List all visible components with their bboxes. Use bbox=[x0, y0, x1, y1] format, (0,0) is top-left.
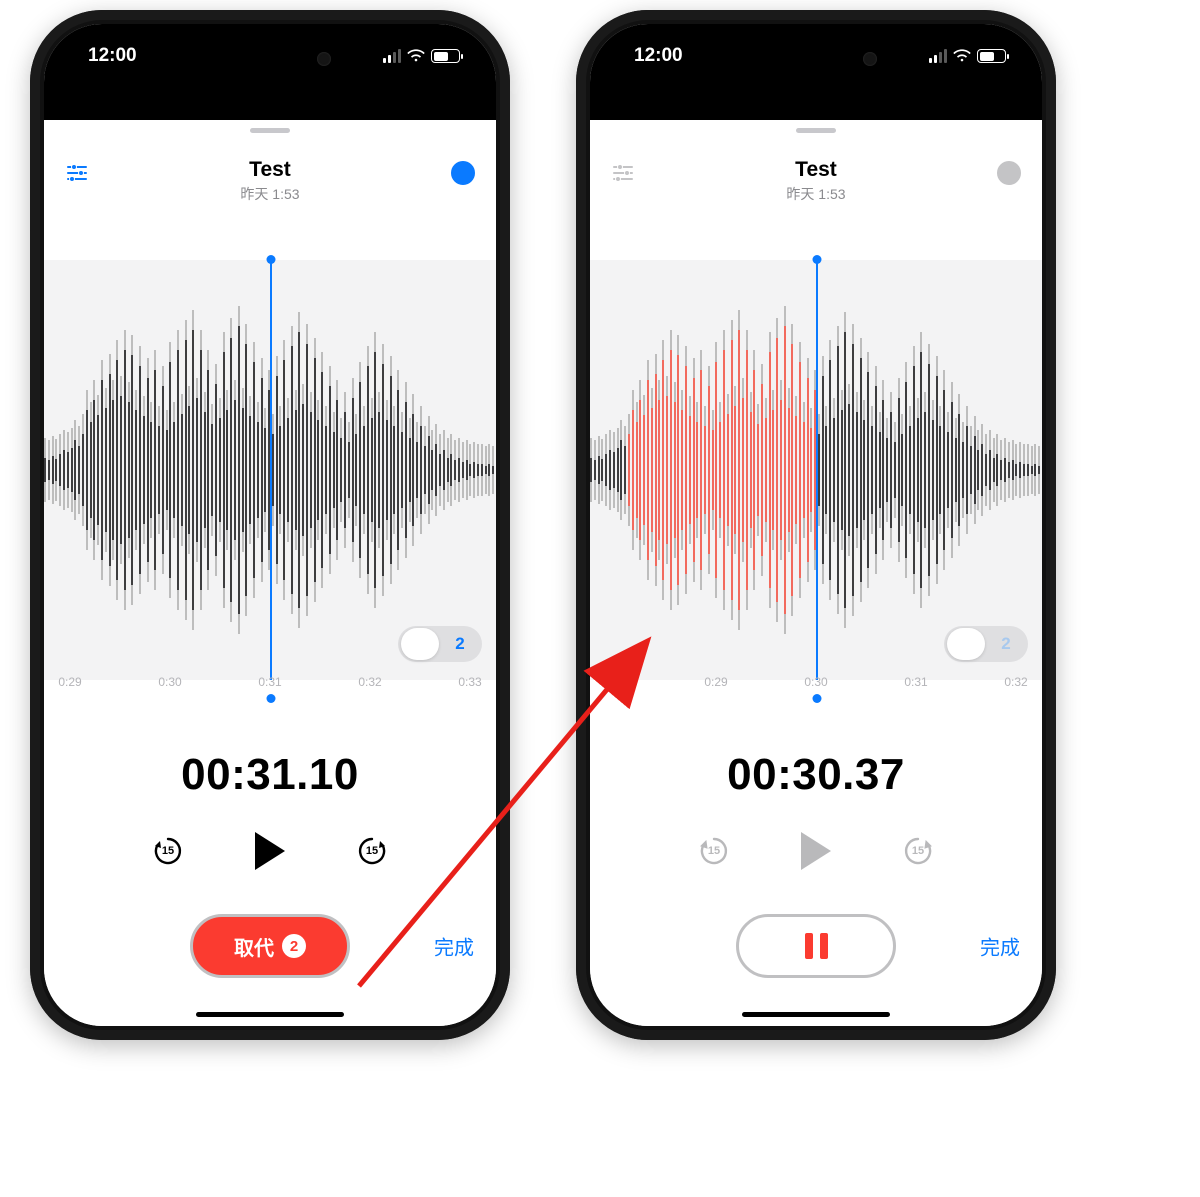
home-indicator[interactable] bbox=[742, 1012, 890, 1017]
sheet-grabber[interactable] bbox=[796, 128, 836, 133]
editor-header: Test 昨天 1:53 bbox=[44, 158, 496, 204]
layer-opt-2[interactable]: 2 bbox=[440, 628, 480, 660]
current-time: 00:30.37 bbox=[590, 750, 1042, 800]
skip-back-label: 15 bbox=[151, 834, 185, 868]
sliders-icon bbox=[65, 161, 89, 185]
play-button bbox=[801, 832, 831, 870]
skip-back-15: 15 bbox=[697, 834, 731, 868]
ruler-tick: 0:33 bbox=[448, 675, 492, 715]
playhead[interactable] bbox=[270, 260, 272, 680]
title-block: Test 昨天 1:53 bbox=[786, 158, 845, 204]
home-indicator[interactable] bbox=[196, 1012, 344, 1017]
waveform-area[interactable]: 1 2 bbox=[44, 260, 496, 680]
recording-subtitle: 昨天 1:53 bbox=[240, 184, 299, 204]
battery-icon bbox=[431, 49, 460, 63]
wifi-icon bbox=[953, 49, 971, 63]
skip-back-label: 15 bbox=[697, 834, 731, 868]
ellipsis-circle-icon bbox=[996, 160, 1022, 186]
skip-fwd-15[interactable]: 15 bbox=[355, 834, 389, 868]
time-ruler: 0:29 0:30 0:31 0:32 0:33 bbox=[44, 675, 496, 715]
settings-button[interactable] bbox=[62, 158, 92, 188]
more-button[interactable] bbox=[448, 158, 478, 188]
done-button[interactable]: 完成 bbox=[434, 932, 474, 961]
ruler-tick: 0:30 bbox=[148, 675, 192, 715]
ellipsis-circle-icon bbox=[450, 160, 476, 186]
layer-opt-2: 2 bbox=[986, 628, 1026, 660]
status-right bbox=[929, 49, 1006, 63]
bottom-row: 取代 2 完成 bbox=[44, 906, 496, 986]
ruler-tick: 8 bbox=[594, 675, 638, 715]
pause-record-button[interactable] bbox=[736, 914, 896, 978]
battery-icon bbox=[977, 49, 1006, 63]
ruler-tick: 0:31 bbox=[894, 675, 938, 715]
status-right bbox=[383, 49, 460, 63]
cellular-icon bbox=[929, 49, 947, 63]
editor-sheet: Test 昨天 1:53 1 bbox=[44, 120, 496, 1026]
ruler-tick: 0:29 bbox=[694, 675, 738, 715]
playhead[interactable] bbox=[816, 260, 818, 680]
bottom-row: 完成 bbox=[590, 906, 1042, 986]
play-icon bbox=[801, 832, 831, 870]
skip-fwd-label: 15 bbox=[901, 834, 935, 868]
screen-left: 12:00 bbox=[44, 24, 496, 1026]
layer-toggle[interactable]: 1 2 bbox=[398, 626, 482, 662]
phone-left: 12:00 bbox=[30, 10, 510, 1040]
skip-fwd-label: 15 bbox=[355, 834, 389, 868]
screen-right: 12:00 bbox=[590, 24, 1042, 1026]
ruler-tick: 0:29 bbox=[48, 675, 92, 715]
replace-button[interactable]: 取代 2 bbox=[190, 914, 350, 978]
editor-header: Test 昨天 1:53 bbox=[590, 158, 1042, 204]
editor-sheet: Test 昨天 1:53 1 bbox=[590, 120, 1042, 1026]
title-block: Test 昨天 1:53 bbox=[240, 158, 299, 204]
waveform-area[interactable]: 1 2 bbox=[590, 260, 1042, 680]
sliders-icon bbox=[611, 161, 635, 185]
replace-badge: 2 bbox=[282, 934, 306, 958]
replace-label: 取代 bbox=[234, 932, 274, 961]
transport-controls: 15 15 bbox=[44, 832, 496, 870]
skip-fwd-15: 15 bbox=[901, 834, 935, 868]
layer-toggle: 1 2 bbox=[944, 626, 1028, 662]
time-ruler: 8 0:29 0:30 0:31 0:32 bbox=[590, 675, 1042, 715]
status-time: 12:00 bbox=[634, 45, 683, 67]
play-button[interactable] bbox=[255, 832, 285, 870]
dynamic-island bbox=[201, 40, 339, 78]
current-time: 00:31.10 bbox=[44, 750, 496, 800]
ruler-tick: 0:31 bbox=[248, 675, 292, 715]
phone-right: 12:00 bbox=[576, 10, 1056, 1040]
skip-back-15[interactable]: 15 bbox=[151, 834, 185, 868]
status-time: 12:00 bbox=[88, 45, 137, 67]
pause-icon bbox=[805, 933, 828, 959]
sheet-grabber[interactable] bbox=[250, 128, 290, 133]
more-button bbox=[994, 158, 1024, 188]
cellular-icon bbox=[383, 49, 401, 63]
recording-subtitle: 昨天 1:53 bbox=[786, 184, 845, 204]
settings-button bbox=[608, 158, 638, 188]
recording-title: Test bbox=[240, 158, 299, 182]
wifi-icon bbox=[407, 49, 425, 63]
ruler-tick: 0:32 bbox=[348, 675, 392, 715]
dynamic-island bbox=[747, 40, 885, 78]
play-icon bbox=[255, 832, 285, 870]
recording-title: Test bbox=[786, 158, 845, 182]
ruler-tick: 0:30 bbox=[794, 675, 838, 715]
transport-controls: 15 15 bbox=[590, 832, 1042, 870]
done-button[interactable]: 完成 bbox=[980, 932, 1020, 961]
ruler-tick: 0:32 bbox=[994, 675, 1038, 715]
